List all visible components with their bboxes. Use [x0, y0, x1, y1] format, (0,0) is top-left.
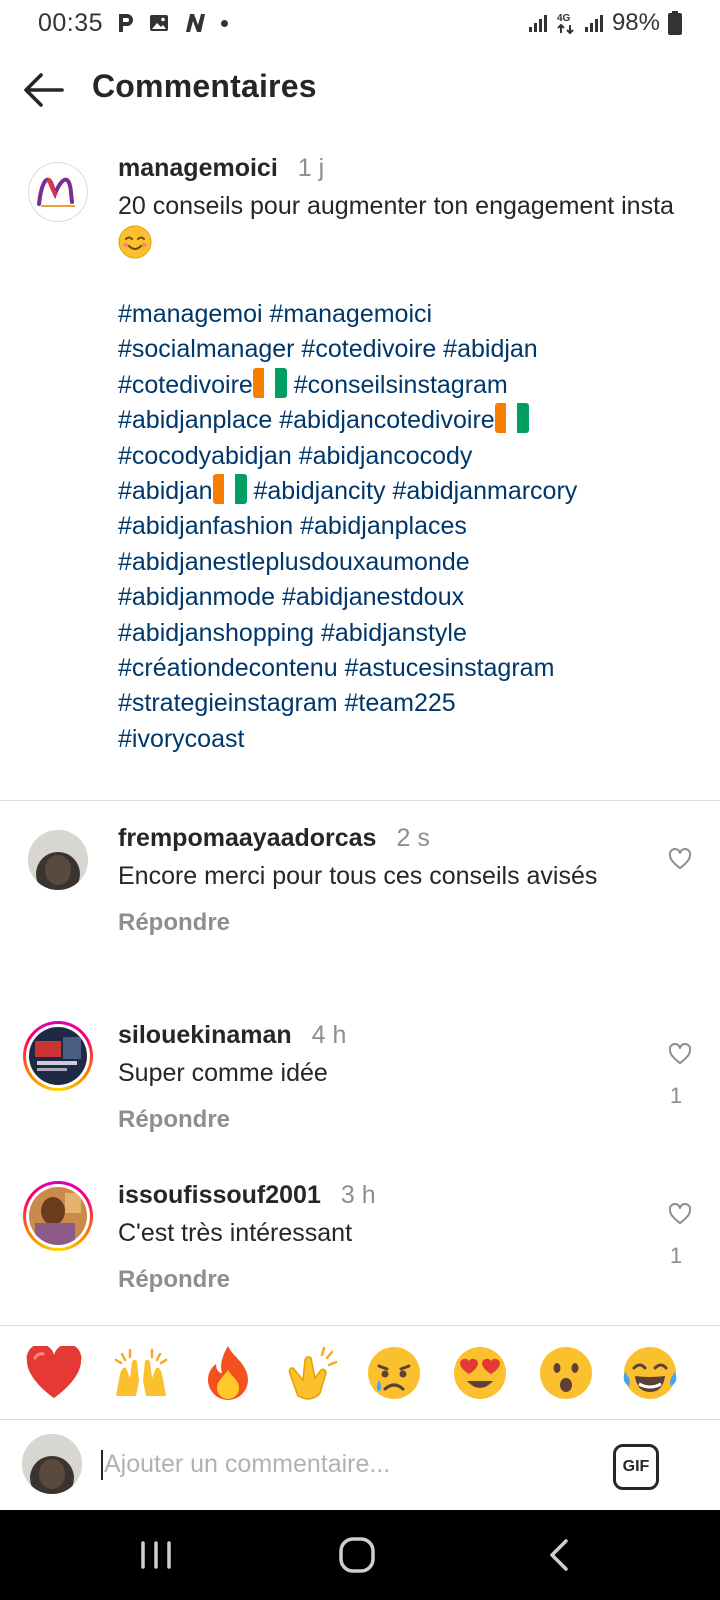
comment-text: Super comme idée: [118, 1059, 328, 1087]
user-photo-icon: [22, 1434, 82, 1494]
hashtag-link[interactable]: #socialmanager #cotedivoire #abidjan: [118, 335, 538, 363]
tears-of-joy-icon[interactable]: [620, 1343, 680, 1403]
hashtag-link[interactable]: #conseilsinstagram: [294, 371, 508, 399]
hashtag-link[interactable]: #cotedivoire: [118, 371, 253, 399]
back-icon[interactable]: [529, 1530, 589, 1580]
reply-button[interactable]: Répondre: [118, 909, 638, 937]
avatar: [22, 1434, 82, 1494]
back-button[interactable]: [22, 68, 68, 112]
comment-composer: GIF: [0, 1420, 720, 1510]
user-photo-icon: [29, 1027, 87, 1085]
hashtag-link[interactable]: #abidjanplace #abidjancotedivoire: [118, 406, 495, 434]
hashtag-link[interactable]: #ivorycoast: [118, 725, 244, 753]
app-header: Commentaires: [0, 56, 720, 124]
hashtag-link[interactable]: #abidjanfashion #abidjanplaces: [118, 512, 467, 540]
status-bar: 00:35 4G 98%: [0, 0, 720, 46]
hashtag-link[interactable]: #abidjanshopping #abidjanstyle: [118, 619, 467, 647]
text-cursor: [101, 1450, 103, 1480]
signal-4g-icon: 4G: [556, 11, 576, 35]
signal-icon: [528, 13, 548, 33]
comment-username[interactable]: silouekinaman: [118, 1021, 292, 1049]
hashtag-link[interactable]: #abidjanestleplusdouxaumonde: [118, 548, 470, 576]
avatar[interactable]: [28, 830, 88, 890]
comment-input[interactable]: [104, 1446, 584, 1482]
hashtag-link[interactable]: #abidjanmode #abidjanestdoux: [118, 583, 464, 611]
page-title: Commentaires: [92, 68, 317, 104]
raising-hands-icon[interactable]: [111, 1343, 171, 1403]
hashtag-link[interactable]: #créationdecontenu #astucesinstagram: [118, 654, 554, 682]
ivory-coast-flag-icon: [494, 403, 529, 434]
fire-icon[interactable]: [198, 1343, 258, 1403]
like-count: 1: [669, 1243, 683, 1268]
battery-percentage: 98%: [611, 9, 660, 36]
gif-button[interactable]: GIF: [613, 1444, 659, 1490]
gallery-icon: [149, 14, 169, 32]
ivory-coast-flag-icon: [212, 474, 247, 505]
hashtag-link[interactable]: #managemoi #managemoici: [118, 300, 432, 328]
user-photo-icon: [29, 1187, 87, 1245]
news-icon: [183, 13, 207, 33]
heart-icon[interactable]: [668, 1203, 692, 1225]
like-count: 1: [669, 1083, 683, 1108]
comment-time: 2 s: [396, 824, 430, 852]
hashtag-link[interactable]: #strategieinstagram #team225: [118, 689, 456, 717]
hashtag-link[interactable]: #cocodyabidjan #abidjancocody: [118, 442, 472, 470]
comment-text: Encore merci pour tous ces conseils avis…: [118, 862, 598, 890]
red-heart-icon[interactable]: [24, 1343, 84, 1403]
surprised-face-icon[interactable]: [536, 1343, 596, 1403]
comment-time: 4 h: [311, 1021, 347, 1049]
hashtag-link[interactable]: #abidjan: [118, 477, 213, 505]
signal-icon: [584, 13, 604, 33]
heart-eyes-icon[interactable]: [450, 1343, 510, 1403]
managemoi-logo-icon: [37, 177, 75, 207]
system-nav-bar: [0, 1510, 720, 1600]
caption-username[interactable]: managemoici: [118, 154, 278, 182]
clapping-hands-icon[interactable]: [283, 1343, 343, 1403]
reply-button[interactable]: Répondre: [118, 1266, 638, 1294]
hashtag-list: #managemoi #managemoici #socialmanager #…: [118, 297, 678, 757]
svg-text:4G: 4G: [557, 13, 571, 24]
divider: [0, 800, 720, 801]
crying-face-icon[interactable]: [364, 1343, 424, 1403]
smiling-face-icon: [118, 225, 152, 258]
hashtag-link[interactable]: #abidjancity #abidjanmarcory: [253, 477, 577, 505]
avatar-story-ring[interactable]: [23, 1181, 93, 1251]
heart-icon[interactable]: [668, 848, 692, 870]
user-photo-icon: [28, 830, 88, 890]
recent-apps-icon[interactable]: [126, 1530, 186, 1580]
caption-text: 20 conseils pour augmenter ton engagemen…: [118, 192, 674, 220]
parking-notification-icon: [117, 13, 135, 33]
quick-reaction-bar: [0, 1326, 720, 1420]
comment-time: 3 h: [340, 1181, 376, 1209]
reply-button[interactable]: Répondre: [118, 1106, 638, 1134]
status-time: 00:35: [38, 8, 104, 37]
comment-username[interactable]: issoufissouf2001: [118, 1181, 321, 1209]
avatar-story-ring[interactable]: [23, 1021, 93, 1091]
home-icon[interactable]: [327, 1530, 387, 1580]
caption-time: 1 j: [297, 154, 325, 182]
battery-icon: [668, 11, 682, 35]
comment-username[interactable]: frempomaayaadorcas: [118, 824, 376, 852]
arrow-left-icon: [24, 73, 64, 107]
comment-text: C'est très intéressant: [118, 1219, 353, 1247]
ivory-coast-flag-icon: [252, 367, 287, 398]
heart-icon[interactable]: [668, 1043, 692, 1065]
more-dot-icon: [221, 19, 229, 27]
avatar[interactable]: [28, 162, 88, 222]
